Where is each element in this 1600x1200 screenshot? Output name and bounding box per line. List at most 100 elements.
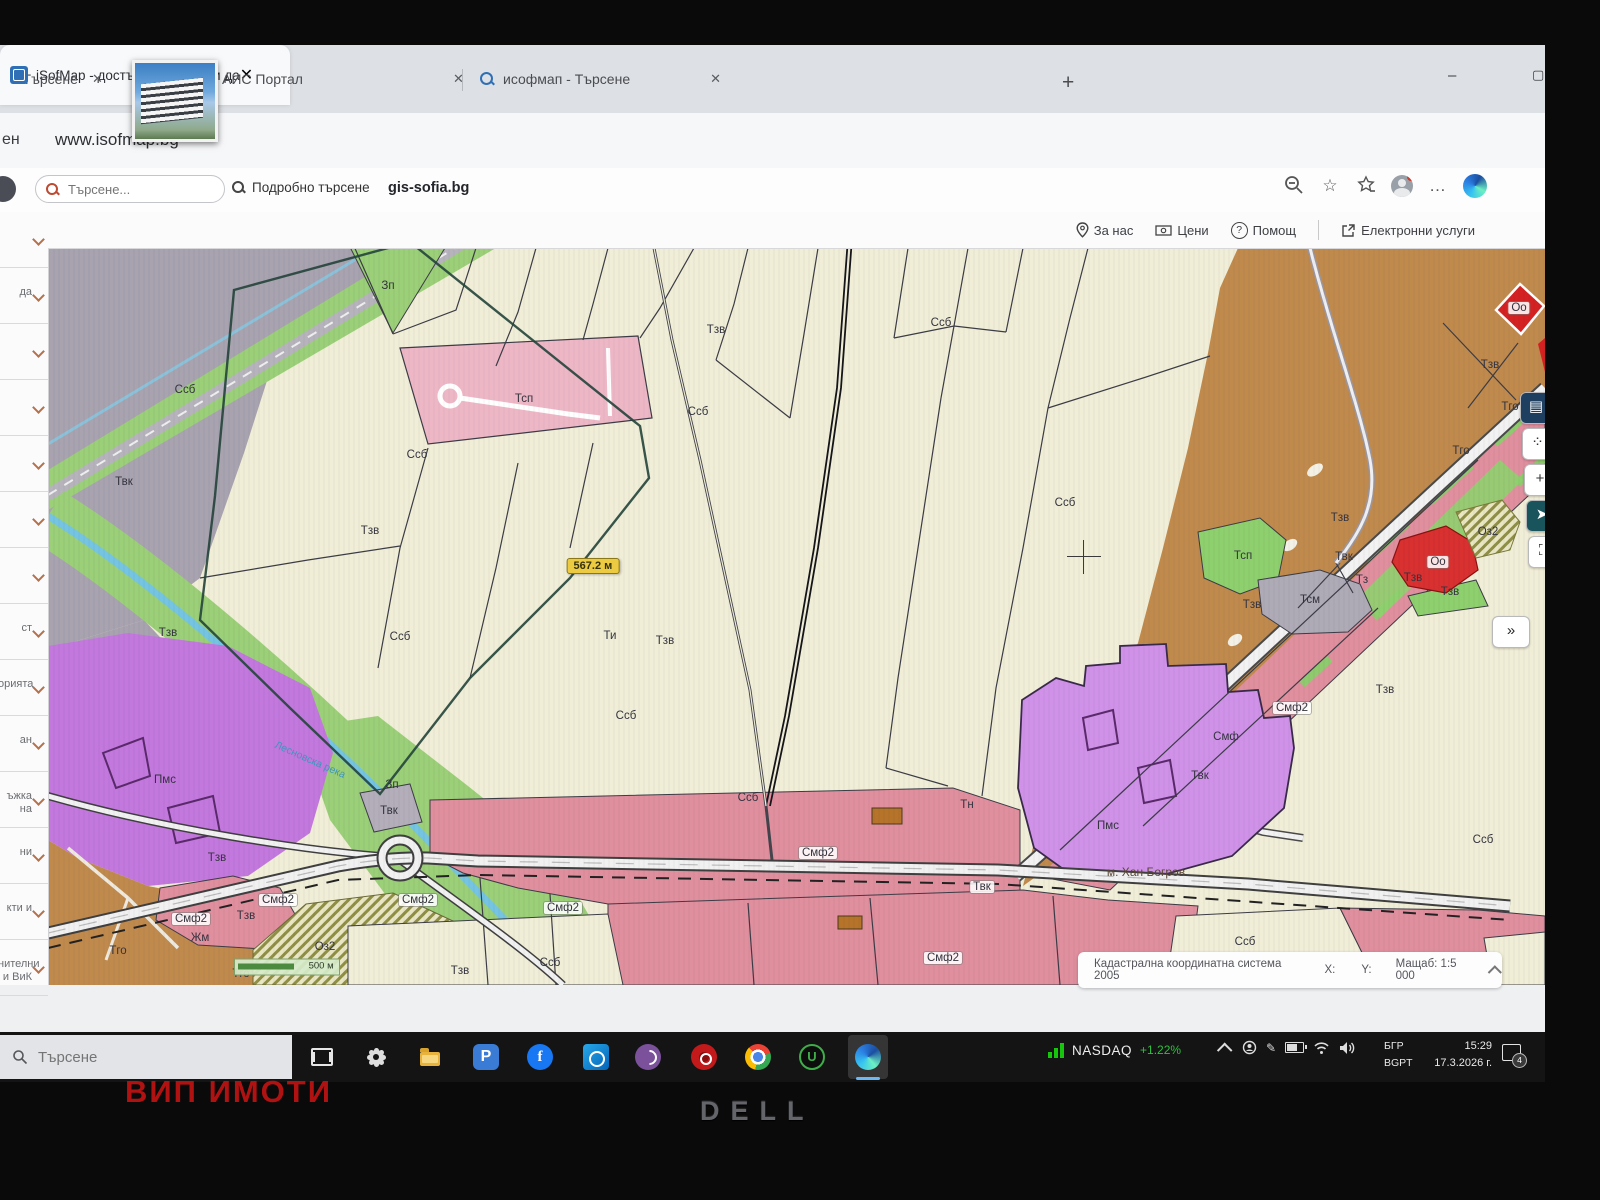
scale-bar-widget: 500 м (234, 959, 340, 976)
layers-sidebar: да ст орията ан ъжка наникти и нителни и ВиК (0, 212, 49, 985)
sidebar-item-label: ан (0, 734, 32, 747)
chevron-down-icon (32, 513, 45, 526)
search-favicon-icon (480, 72, 495, 87)
e-services-label: Електронни услуги (1361, 223, 1475, 238)
new-tab-button[interactable]: + (1062, 71, 1074, 95)
favorites-star-icon[interactable]: ☆ (1319, 175, 1341, 197)
chevron-down-icon (32, 457, 45, 470)
laptop-photo: - Търсене ✕ АИС Портал ✕ исофмап - Търсе… (0, 0, 1600, 1200)
e-services-link[interactable]: Електронни услуги (1341, 223, 1475, 238)
sidebar-item-label: орията (0, 678, 32, 691)
p-app-icon[interactable]: P (470, 1041, 502, 1073)
stock-ticker-widget[interactable]: NASDAQ +1.22% (1048, 1042, 1181, 1058)
sidebar-item-1[interactable]: да (0, 268, 48, 324)
pin-icon (1076, 222, 1089, 238)
system-tray: ✎ (1222, 1040, 1356, 1055)
wifi-icon[interactable] (1313, 1041, 1330, 1055)
chevron-down-icon (32, 345, 45, 358)
taskbar-search-input[interactable] (36, 1048, 260, 1067)
facebook-app-icon[interactable]: f (524, 1041, 556, 1073)
sidebar-item-label: нителни и ВиК (0, 958, 32, 983)
sidebar-item-9[interactable]: ан (0, 716, 48, 772)
tab-isofmap-search[interactable]: исофмап - Търсене ✕ (480, 59, 721, 99)
active-app-underline (856, 1077, 880, 1080)
tray-chevron-icon[interactable] (1217, 1043, 1233, 1059)
gis-sofia-logo[interactable]: gis-sofia.bg (388, 180, 469, 196)
sidebar-item-11[interactable]: ни (0, 828, 48, 884)
map-status-bar: Кадастрална координатна система 2005 X: … (1078, 952, 1502, 988)
collections-icon[interactable] (1355, 175, 1377, 197)
scale-bar-label: 500 м (309, 961, 334, 972)
tab-ais-portal[interactable]: АИС Портал ✕ (222, 59, 464, 99)
edge-app-icon[interactable] (852, 1041, 884, 1073)
notification-center-button[interactable]: 4 (1502, 1044, 1524, 1064)
sidebar-item-0[interactable] (0, 212, 48, 268)
sidebar-item-5[interactable] (0, 492, 48, 548)
minimize-button[interactable]: – (1448, 67, 1456, 84)
search-input[interactable] (66, 181, 210, 198)
file-explorer-icon[interactable] (414, 1041, 446, 1073)
battery-icon[interactable] (1285, 1042, 1304, 1053)
chevron-down-icon (32, 233, 45, 246)
site-avatar[interactable] (0, 176, 16, 202)
taskbar-search-box[interactable] (0, 1035, 292, 1079)
sidebar-item-4[interactable] (0, 436, 48, 492)
browser-bottom-strip (0, 985, 1545, 1032)
restore-button[interactable]: ▢ (1532, 67, 1544, 83)
help-link[interactable]: ? Помощ (1231, 222, 1296, 239)
settings-app-icon[interactable] (360, 1041, 392, 1073)
close-icon[interactable]: ✕ (710, 71, 721, 87)
map-search-box[interactable] (35, 175, 225, 203)
prices-label: Цени (1177, 223, 1208, 238)
red-app-icon[interactable] (688, 1041, 720, 1073)
sidebar-item-13[interactable]: нителни и ВиК (0, 940, 48, 996)
profile-avatar[interactable] (1391, 175, 1413, 197)
gis-favicon-icon (10, 66, 28, 84)
outlook-app-icon[interactable] (580, 1041, 612, 1073)
browser-logo-icon[interactable] (1463, 174, 1487, 198)
prices-link[interactable]: Цени (1155, 223, 1208, 238)
advanced-search-link[interactable]: Подробно търсене (232, 180, 370, 195)
laptop-bezel-bottom: ВИП ИМОТИ DELL (0, 1082, 1600, 1200)
sidebar-item-8[interactable]: орията (0, 660, 48, 716)
viber-app-icon[interactable] (632, 1041, 664, 1073)
language-indicator[interactable]: БГР BGPT (1384, 1038, 1413, 1072)
about-label: За нас (1094, 223, 1134, 238)
dell-logo: DELL (700, 1096, 815, 1127)
uninstaller-app-icon[interactable]: U (796, 1041, 828, 1073)
map-canvas[interactable] (48, 248, 1545, 985)
expand-panel-button[interactable]: » (1492, 616, 1530, 648)
sidebar-item-label: да (0, 286, 32, 299)
chrome-app-icon[interactable] (742, 1041, 774, 1073)
help-icon: ? (1231, 222, 1248, 239)
chevron-down-icon (32, 569, 45, 582)
watermark-text: ВИП ИМОТИ (125, 1074, 332, 1110)
browser-toolbar-icons: ☆ … (1283, 174, 1487, 198)
sidebar-item-2[interactable] (0, 324, 48, 380)
notification-badge: 4 (1512, 1053, 1527, 1068)
help-label: Помощ (1253, 223, 1296, 238)
taskbar-clock[interactable]: 15:29 17.3.2026 г. (1424, 1038, 1492, 1072)
tab-title: исофмап - Търсене (503, 71, 630, 87)
chevron-down-icon (32, 681, 45, 694)
sidebar-item-7[interactable]: ст (0, 604, 48, 660)
sidebar-item-10[interactable]: ъжка на (0, 772, 48, 828)
task-view-button[interactable] (306, 1041, 338, 1073)
profile-alert-dot (1407, 175, 1413, 181)
zoom-out-icon[interactable] (1283, 175, 1305, 197)
measurement-tooltip: 567.2 м (567, 558, 620, 574)
sidebar-item-6[interactable] (0, 548, 48, 604)
sidebar-item-12[interactable]: кти и (0, 884, 48, 940)
pen-tray-icon[interactable]: ✎ (1266, 1041, 1276, 1055)
language-line1: БГР (1384, 1038, 1413, 1055)
close-icon[interactable]: ✕ (92, 71, 103, 87)
sidebar-item-3[interactable] (0, 380, 48, 436)
speaker-icon[interactable] (1339, 1041, 1356, 1055)
map-viewport[interactable]: ЗпТзвСсбСсбТспСсбСсбТвкТзвСсбТгоТгоТзвОо… (48, 248, 1545, 985)
person-tray-icon[interactable] (1242, 1040, 1257, 1055)
about-link[interactable]: За нас (1076, 222, 1134, 238)
collapse-statusbar-icon[interactable] (1488, 965, 1502, 979)
address-bar[interactable]: ен www.isofmap.bg (0, 113, 1545, 169)
browser-menu-icon[interactable]: … (1427, 175, 1449, 197)
stock-name: NASDAQ (1072, 1043, 1132, 1058)
